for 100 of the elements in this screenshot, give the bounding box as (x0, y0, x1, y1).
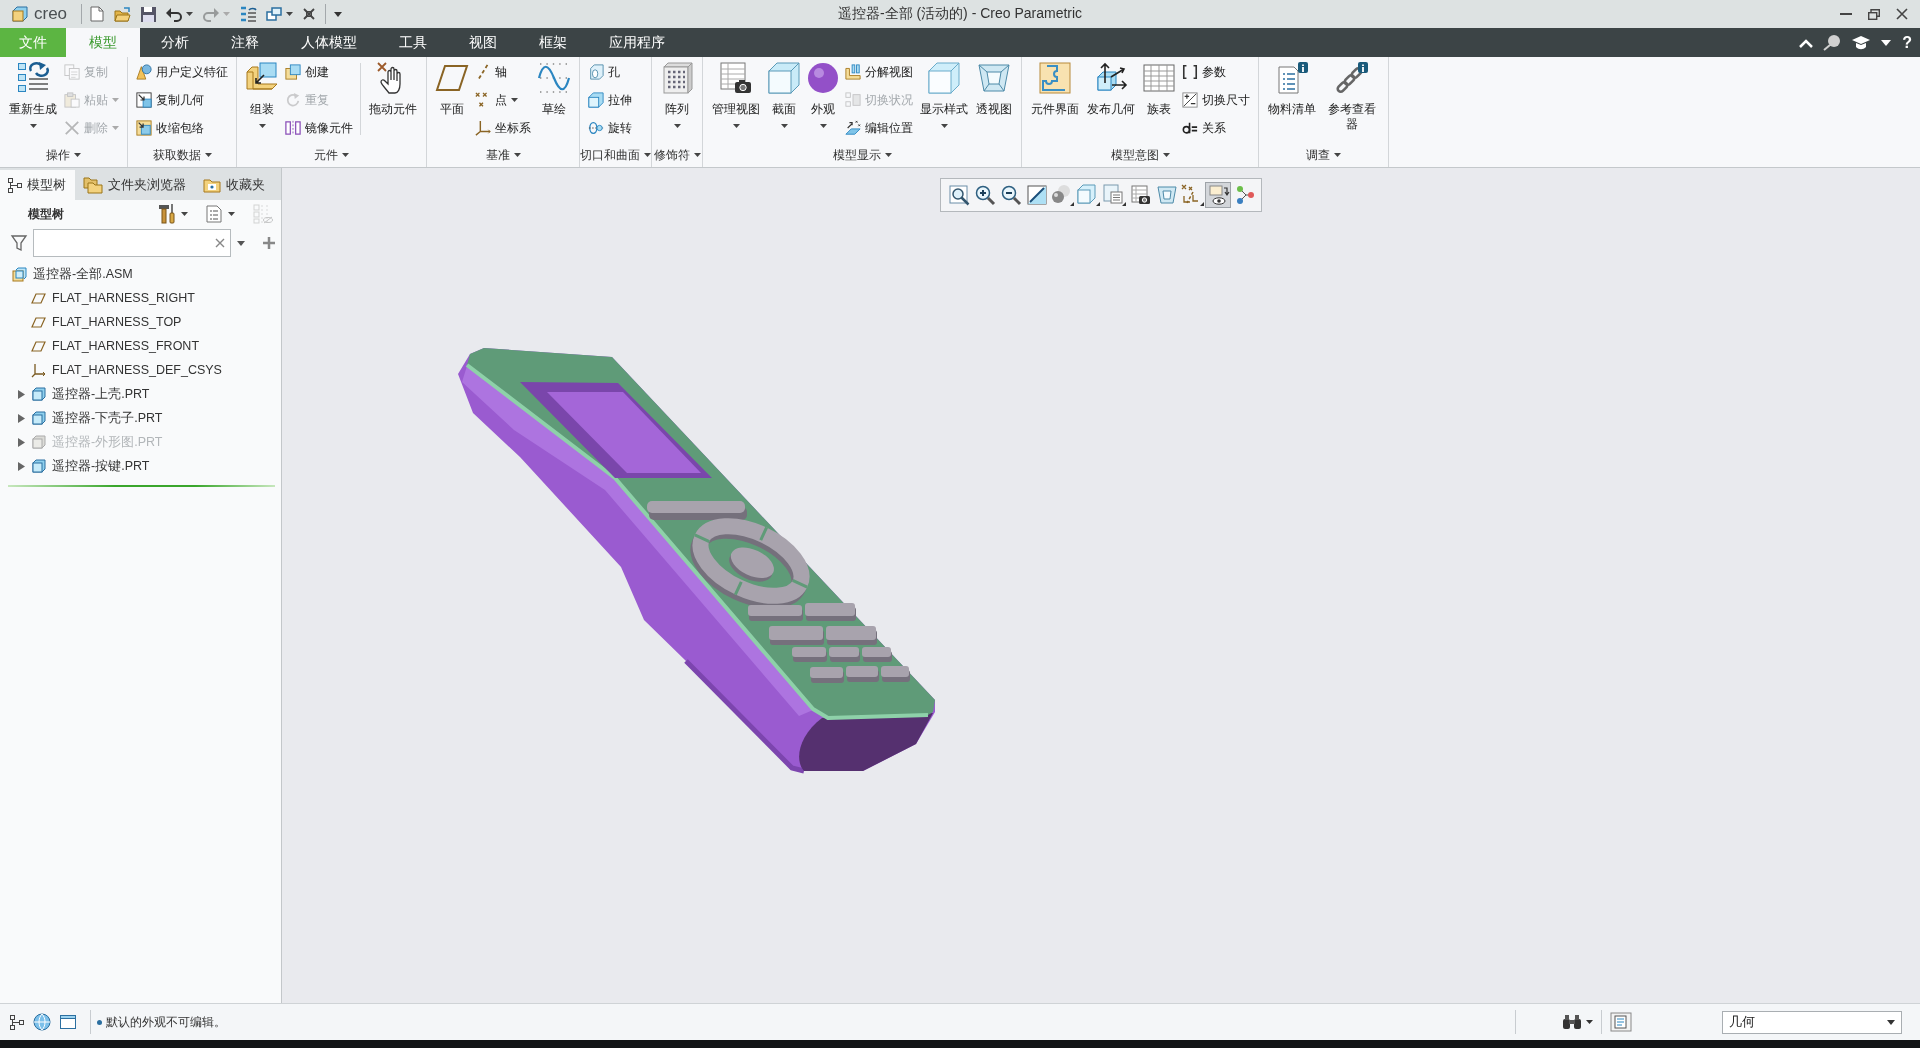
ribbon-button[interactable]: 拉伸 (585, 86, 635, 114)
menu-tab[interactable]: 视图 (448, 28, 518, 57)
close-icon[interactable] (1896, 8, 1908, 20)
group-menu-button[interactable]: 获取数据 (152, 146, 212, 164)
ribbon-button[interactable]: 重新生成 (5, 57, 61, 128)
caret-icon (1334, 153, 1342, 157)
ribbon-button[interactable]: 坐标系 (472, 114, 534, 142)
tree-item[interactable]: FLAT_HARNESS_FRONT (52, 339, 199, 353)
group-menu-button[interactable]: 切口和曲面 (580, 146, 651, 164)
tree-item[interactable]: FLAT_HARNESS_TOP (52, 315, 182, 329)
globe-icon[interactable] (33, 1013, 51, 1031)
caret-icon (1887, 1019, 1895, 1025)
ribbon-button[interactable]: 旋转 (585, 114, 635, 142)
tree-item[interactable]: 遥控器-全部.ASM (33, 265, 133, 283)
ribbon-button[interactable]: 关系 (1179, 114, 1253, 142)
help-button[interactable]: ? (1902, 33, 1912, 52)
app-logo-icon (12, 6, 28, 22)
expand-arrow-icon[interactable] (17, 461, 25, 471)
list-info-icon (1276, 62, 1308, 94)
caret-icon (513, 153, 521, 157)
group-menu-button[interactable]: 模型显示 (832, 146, 892, 164)
filter-field[interactable] (33, 229, 232, 257)
expand-arrow-icon[interactable] (17, 389, 25, 399)
window-icon[interactable] (60, 1015, 76, 1029)
caret-icon (884, 153, 892, 157)
group-menu-button[interactable]: 修饰符 (653, 146, 701, 164)
ribbon-button[interactable]: 发布几何 (1083, 57, 1139, 117)
cross-box-icon[interactable] (303, 8, 316, 20)
expand-arrow-icon[interactable] (17, 413, 25, 423)
menu-tab[interactable]: 人体模型 (280, 28, 378, 57)
caret-icon (342, 153, 349, 157)
open-folder-icon[interactable] (114, 6, 132, 22)
graduation-cap-icon[interactable] (1852, 35, 1871, 50)
list-icon[interactable] (206, 205, 222, 223)
undo-icon[interactable] (166, 6, 183, 22)
cube-icon (928, 62, 960, 94)
minimize-icon[interactable] (1840, 12, 1852, 16)
ribbon-button[interactable]: 创建 (282, 58, 356, 86)
group-menu-button[interactable]: 调查 (1306, 146, 1342, 164)
box-icon (768, 62, 800, 94)
shapes-icon (136, 64, 152, 80)
menu-tab[interactable]: 框架 (518, 28, 588, 57)
group-menu-button[interactable]: 模型意图 (1110, 146, 1170, 164)
filter-icon[interactable] (11, 235, 27, 251)
ribbon-button[interactable]: 透视图 (972, 57, 1016, 117)
ribbon-button[interactable]: 复制几何 (133, 86, 231, 114)
hammer-screwdriver-icon[interactable] (159, 204, 175, 224)
ribbon-button[interactable]: 截面 (764, 57, 804, 128)
menu-tab[interactable]: 应用程序 (588, 28, 686, 57)
cube-icon (31, 387, 46, 401)
windows-icon[interactable] (266, 7, 283, 21)
ribbon-button[interactable]: 拖动元件 (365, 57, 421, 117)
view-tool-button[interactable] (1205, 182, 1231, 208)
add-icon[interactable] (263, 237, 275, 249)
tree-item[interactable]: FLAT_HARNESS_DEF_CSYS (52, 363, 222, 377)
ribbon-button[interactable]: 切换尺寸 (1179, 86, 1253, 114)
ribbon-button[interactable]: 参考查看器 (1320, 57, 1384, 132)
tree-item[interactable]: FLAT_HARNESS_RIGHT (52, 291, 195, 305)
caret-up-icon[interactable] (1800, 38, 1813, 47)
panel-tab[interactable]: 收藏夹 (195, 170, 274, 200)
refresh-icon (285, 92, 301, 108)
ribbon-button[interactable]: 镜像元件 (282, 114, 356, 142)
expand-arrow-icon[interactable] (17, 437, 25, 447)
search-icon[interactable] (1823, 34, 1842, 51)
ribbon-button[interactable]: 元件界面 (1027, 57, 1083, 117)
ribbon-button[interactable]: 组装 (242, 57, 282, 128)
ribbon-button[interactable]: 阵列 (657, 57, 697, 128)
ribbon-button[interactable]: 管理视图 (708, 57, 764, 128)
menu-tab[interactable]: 工具 (378, 28, 448, 57)
group-menu-button[interactable]: 基准 (485, 146, 521, 164)
ribbon-button[interactable]: 物料清单 (1264, 57, 1320, 117)
binoculars-icon[interactable] (1562, 1014, 1582, 1030)
ribbon-button[interactable]: 轴 (472, 58, 534, 86)
tree-icon[interactable] (10, 1014, 24, 1030)
ribbon-button[interactable]: 分解视图 (842, 58, 916, 86)
ribbon-button[interactable]: 外观 (804, 57, 842, 128)
ribbon-button[interactable]: 用户定义特征 (133, 58, 231, 86)
selection-filter-dropdown[interactable]: 几何 (1722, 1010, 1902, 1034)
ribbon-button[interactable]: 平面 (432, 57, 472, 117)
menu-tab[interactable]: 分析 (140, 28, 210, 57)
tree-item[interactable]: 遥控器-下壳子.PRT (52, 409, 163, 427)
panel-tab[interactable]: 模型树 (0, 170, 75, 200)
group-menu-button[interactable]: 操作 (46, 146, 81, 164)
new-file-icon[interactable] (90, 6, 105, 22)
restore-icon[interactable] (1868, 8, 1880, 20)
menu-tab[interactable]: 模型 (66, 28, 140, 57)
list-arrows-icon[interactable] (240, 6, 257, 22)
group-menu-button[interactable]: 元件 (314, 146, 349, 164)
tree-item[interactable]: 遥控器-按键.PRT (52, 457, 150, 475)
menu-tab[interactable]: 注释 (210, 28, 280, 57)
panel-tab[interactable]: 文件夹浏览器 (75, 170, 195, 200)
ribbon-button[interactable]: 孔 (585, 58, 635, 86)
clear-icon[interactable] (215, 238, 226, 248)
ribbon-button[interactable]: 参数 (1179, 58, 1253, 86)
tree-item[interactable]: 遥控器-上壳.PRT (52, 385, 150, 403)
ribbon-button[interactable]: 族表 (1139, 57, 1179, 117)
ribbon-button[interactable]: 编辑位置 (842, 114, 916, 142)
ribbon-button[interactable]: 显示样式 (916, 57, 972, 128)
save-icon[interactable] (141, 6, 157, 22)
ribbon-button[interactable]: 收缩包络 (133, 114, 231, 142)
